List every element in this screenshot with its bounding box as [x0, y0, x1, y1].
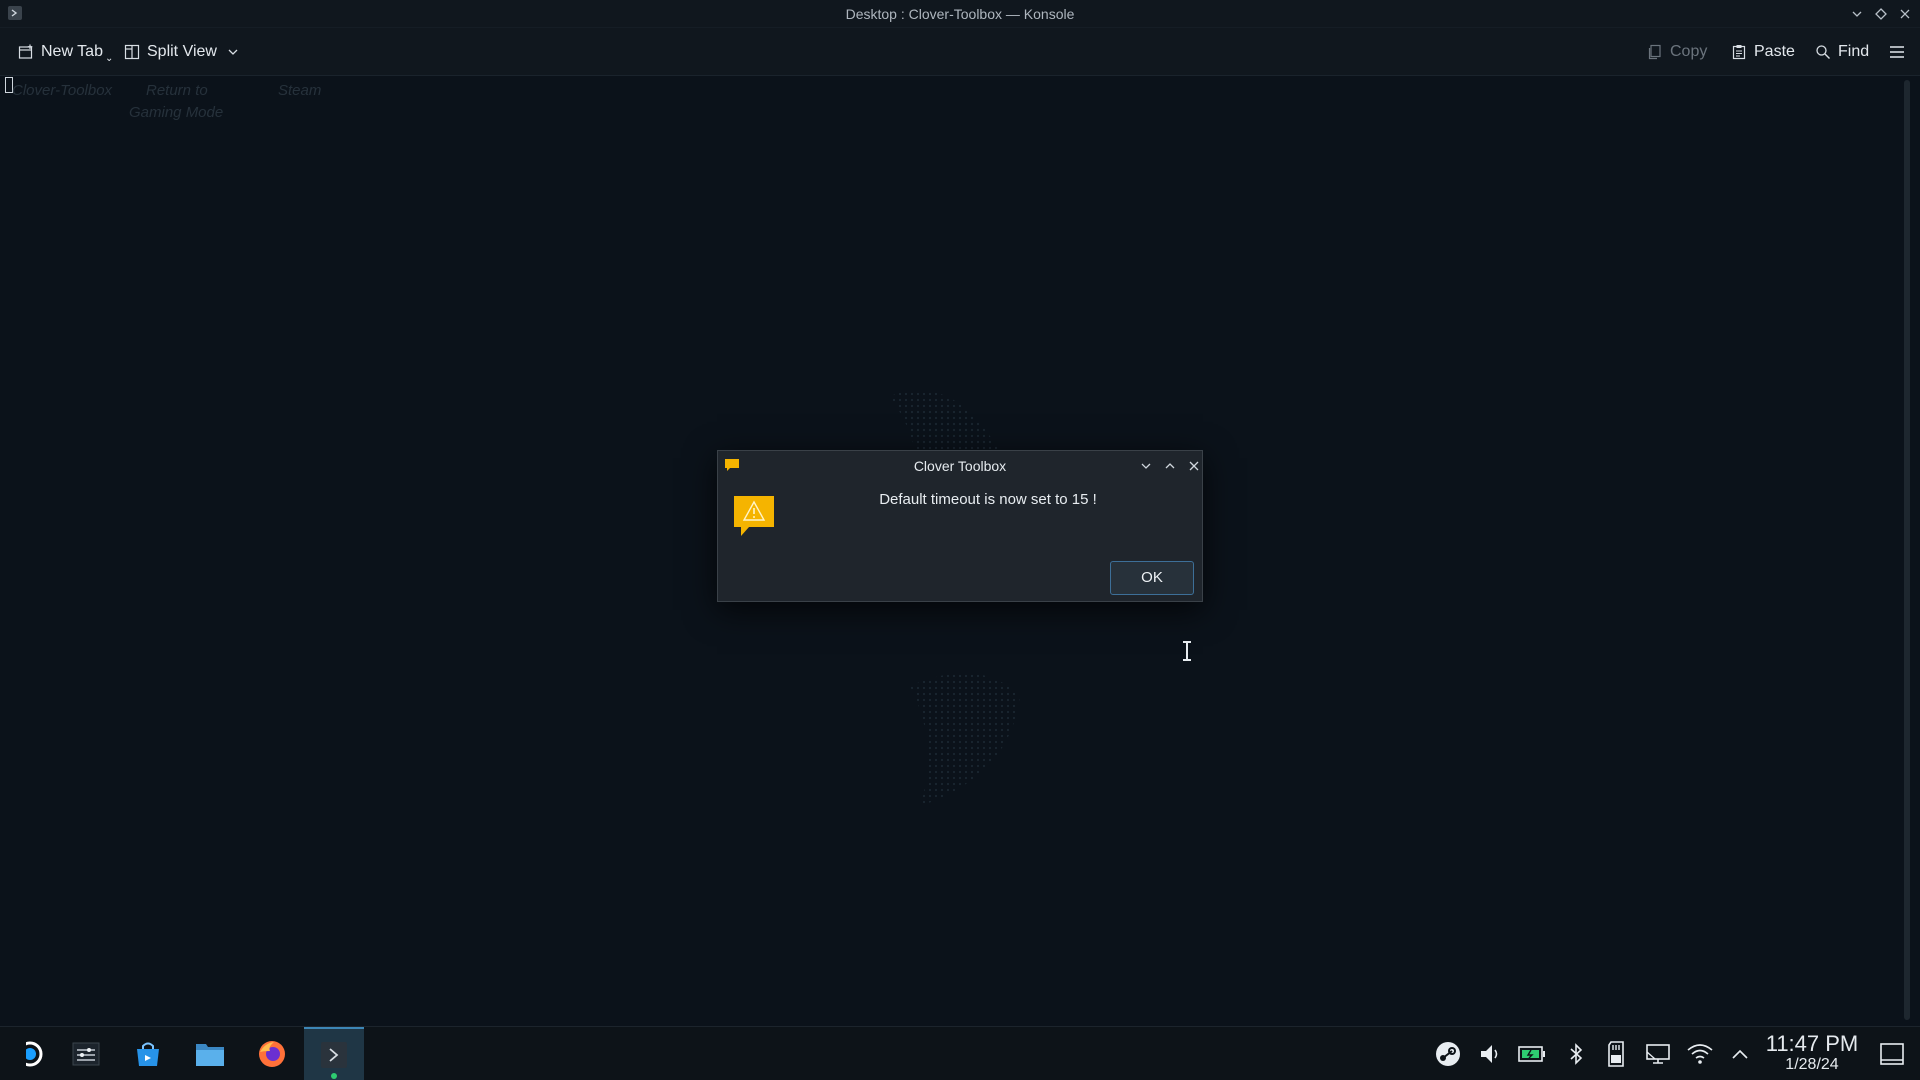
new-tab-button[interactable]: New Tab ⌄	[18, 36, 113, 68]
terminal-menu-item: Return to	[146, 82, 208, 99]
new-tab-label: New Tab	[41, 43, 103, 60]
minimize-button[interactable]	[1849, 6, 1865, 22]
dialog-maximize-button[interactable]	[1162, 458, 1178, 474]
hamburger-menu-button[interactable]	[1888, 36, 1913, 68]
firefox-icon[interactable]	[244, 1027, 300, 1080]
terminal-menu-item: Clover-Toolbox	[12, 82, 113, 99]
dialog-message: Default timeout is now set to 15 !	[879, 491, 1097, 508]
search-icon	[1815, 44, 1838, 60]
split-view-label: Split View	[147, 43, 217, 60]
sd-card-icon[interactable]	[1596, 1027, 1636, 1080]
copy-icon	[1647, 44, 1670, 60]
discover-store-icon[interactable]	[120, 1027, 176, 1080]
message-dialog: Clover Toolbox Default timeout is now se…	[717, 450, 1203, 602]
warning-icon	[733, 495, 775, 537]
new-tab-icon	[18, 44, 41, 60]
dialog-close-button[interactable]	[1186, 458, 1202, 474]
find-label: Find	[1838, 43, 1870, 60]
paste-label: Paste	[1754, 43, 1795, 60]
find-button[interactable]: Find	[1815, 36, 1869, 68]
mouse-ibeam-cursor	[1183, 641, 1191, 661]
clock-date: 1/28/24	[1785, 1056, 1839, 1073]
steam-deck-icon[interactable]	[2, 1027, 58, 1080]
clock-time: 11:47 PM	[1765, 1031, 1859, 1056]
terminal-scrollbar[interactable]	[1904, 80, 1910, 1020]
volume-icon[interactable]	[1470, 1027, 1510, 1080]
dialog-title: Clover Toolbox	[913, 458, 1007, 474]
close-button[interactable]	[1897, 6, 1913, 22]
split-view-button[interactable]: Split View	[124, 36, 246, 68]
split-view-icon	[124, 44, 147, 60]
terminal-menu-item: Gaming Mode	[129, 104, 224, 121]
konsole-toolbar: New Tab ⌄ Split View Copy Paste Find	[0, 28, 1920, 76]
show-desktop-icon[interactable]	[1872, 1027, 1912, 1080]
konsole-icon[interactable]	[304, 1027, 364, 1080]
running-indicator	[331, 1073, 337, 1079]
copy-button[interactable]: Copy	[1647, 36, 1707, 68]
steam-tray-icon[interactable]	[1428, 1027, 1468, 1080]
new-tab-menu-indicator: ⌄	[104, 52, 114, 64]
copy-label: Copy	[1670, 43, 1708, 60]
wifi-icon[interactable]	[1680, 1027, 1720, 1080]
ok-button[interactable]: OK	[1110, 561, 1194, 595]
window-title: Desktop : Clover-Toolbox — Konsole	[845, 6, 1075, 22]
bluetooth-icon[interactable]	[1556, 1027, 1596, 1080]
paste-icon	[1731, 44, 1754, 60]
chevron-down-icon[interactable]	[227, 46, 246, 58]
hamburger-menu-icon	[1888, 44, 1913, 60]
battery-icon[interactable]	[1512, 1027, 1552, 1080]
paste-button[interactable]: Paste	[1731, 36, 1795, 68]
taskbar: 11:47 PM 1/28/24	[0, 1026, 1920, 1080]
file-manager-icon[interactable]	[182, 1027, 238, 1080]
window-titlebar: Desktop : Clover-Toolbox — Konsole	[0, 0, 1920, 28]
system-settings-icon[interactable]	[58, 1027, 114, 1080]
dialog-minimize-button[interactable]	[1138, 458, 1154, 474]
display-icon[interactable]	[1638, 1027, 1678, 1080]
clock[interactable]: 11:47 PM 1/28/24	[1762, 1033, 1862, 1075]
expand-tray-icon[interactable]	[1720, 1027, 1760, 1080]
maximize-button[interactable]	[1873, 6, 1889, 22]
terminal-menu-item: Steam	[278, 82, 322, 99]
